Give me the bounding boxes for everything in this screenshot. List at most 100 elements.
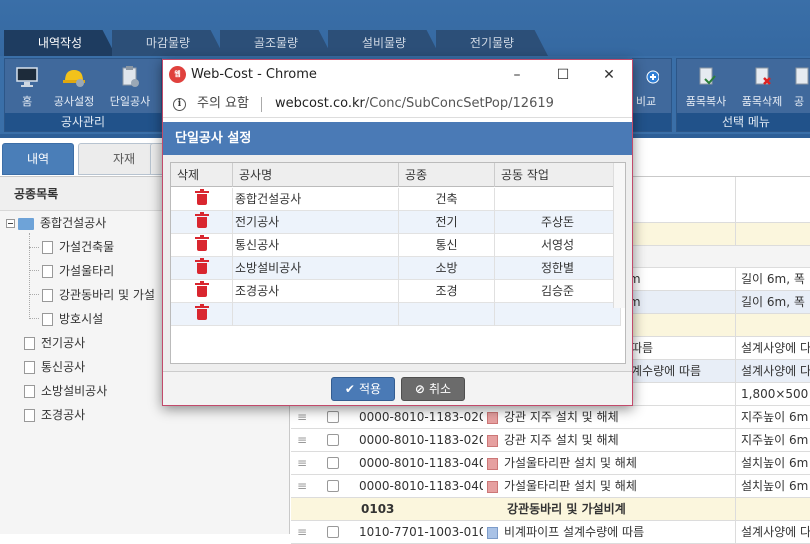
apply-button[interactable]: ✔ 적용: [331, 377, 395, 401]
project-group-title: 공사관리: [5, 113, 161, 131]
tree-item-temporary-building[interactable]: 가설건축물: [42, 237, 114, 257]
table-scrollbar[interactable]: [613, 163, 625, 308]
col-collaboration: 공동 작업: [495, 163, 621, 187]
table-row[interactable]: 전기공사 전기 주상돈: [171, 211, 621, 234]
work-type-cell[interactable]: [399, 303, 495, 326]
table-row[interactable]: 종합건설공사 건축: [171, 188, 621, 211]
table-row[interactable]: 조경공사 조경 김승준: [171, 280, 621, 303]
project-name-cell[interactable]: 통신공사: [233, 234, 399, 257]
copy-item-button[interactable]: 품목복사: [679, 63, 733, 113]
trash-icon[interactable]: [194, 258, 209, 274]
table-row[interactable]: ≡ 0000-8010-1183-0404 가설울타리판 설치 및 해체 설치높…: [291, 475, 810, 498]
trash-icon[interactable]: [194, 281, 209, 297]
tab-frame-quantity[interactable]: 골조물량: [220, 30, 332, 56]
row-checkbox[interactable]: [327, 411, 339, 423]
partial-label: 공: [793, 95, 805, 108]
collaborator-cell[interactable]: 서영성: [495, 234, 621, 257]
col-project-name: 공사명: [233, 163, 399, 187]
row-checkbox[interactable]: [327, 526, 339, 538]
collaborator-cell[interactable]: 주상돈: [495, 211, 621, 234]
check-icon: ✔: [344, 382, 355, 396]
project-settings-button[interactable]: 공사설정: [47, 63, 101, 113]
tree-item-landscape[interactable]: 조경공사: [24, 405, 85, 425]
tree-item-general-construction[interactable]: 종합건설공사: [6, 213, 106, 233]
project-name-cell[interactable]: 전기공사: [233, 211, 399, 234]
address-bar[interactable]: i 주의 요함 webcost.co.kr/Conc/SubConcSetPop…: [163, 90, 632, 118]
home-button[interactable]: 홈: [5, 63, 49, 113]
project-name-cell[interactable]: [233, 303, 399, 326]
drag-handle-icon[interactable]: ≡: [295, 521, 309, 544]
minimize-button[interactable]: –: [494, 60, 540, 90]
table-row[interactable]: ≡ 1010-7701-1003-0105 비계파이프 설계수량에 따름 설계사…: [291, 521, 810, 544]
table-row-new[interactable]: [171, 303, 621, 326]
tree-item-fire[interactable]: 소방설비공사: [24, 381, 107, 401]
grid-cell: [735, 314, 810, 337]
item-spec: 길이 6m, 폭: [735, 291, 810, 314]
project-name-cell[interactable]: 종합건설공사: [233, 188, 399, 211]
page-url[interactable]: webcost.co.kr/Conc/SubConcSetPop/12619: [275, 90, 554, 118]
close-window-button[interactable]: ✕: [586, 60, 632, 90]
tree-item-electrical[interactable]: 전기공사: [24, 333, 85, 353]
tree-item-protection[interactable]: 방호시설: [42, 309, 103, 329]
collaborator-cell[interactable]: 정한별: [495, 257, 621, 280]
table-row[interactable]: ≡ 0000-8010-1183-0205 강관 지주 설치 및 해체 지주높이…: [291, 406, 810, 429]
tab-electric-quantity[interactable]: 전기물량: [436, 30, 548, 56]
subtab-estimate[interactable]: 내역: [2, 143, 74, 175]
security-warning[interactable]: 주의 요함: [197, 90, 249, 118]
delete-cell: [171, 188, 233, 211]
col-delete: 삭제: [171, 163, 233, 187]
tree-item-label: 종합건설공사: [40, 216, 107, 230]
table-row[interactable]: 통신공사 통신 서영성: [171, 234, 621, 257]
tab-finish-quantity[interactable]: 마감물량: [112, 30, 224, 56]
table-row[interactable]: 0103 강관동바리 및 가설비계: [291, 498, 810, 521]
table-row[interactable]: ≡ 0000-8010-1183-0403 가설울타리판 설치 및 해체 설치높…: [291, 452, 810, 475]
single-project-button[interactable]: 단일공사: [103, 63, 157, 113]
collaborator-cell[interactable]: [495, 188, 621, 211]
grid-cell: [735, 223, 810, 246]
tab-estimate-write[interactable]: 내역작성: [4, 30, 116, 56]
info-icon[interactable]: i: [173, 98, 186, 111]
delete-item-button[interactable]: 품목삭제: [735, 63, 789, 113]
partial-button[interactable]: 공: [785, 63, 810, 113]
work-type-cell[interactable]: 소방: [399, 257, 495, 280]
row-checkbox[interactable]: [327, 434, 339, 446]
work-type-cell[interactable]: 건축: [399, 188, 495, 211]
work-type-cell[interactable]: 전기: [399, 211, 495, 234]
table-row[interactable]: ≡ 0000-8010-1183-0206 강관 지주 설치 및 해체 지주높이…: [291, 429, 810, 452]
tab-equipment-quantity[interactable]: 설비물량: [328, 30, 440, 56]
collapse-icon[interactable]: [6, 219, 15, 228]
project-name-cell[interactable]: 조경공사: [233, 280, 399, 303]
document-icon: [42, 313, 53, 326]
work-type-cell[interactable]: 통신: [399, 234, 495, 257]
selection-group-title: 선택 메뉴: [677, 113, 810, 131]
document-icon: [24, 385, 35, 398]
cancel-circle-icon: ⊘: [414, 382, 425, 396]
drag-handle-icon[interactable]: ≡: [295, 452, 309, 475]
collaborator-cell[interactable]: [495, 303, 621, 326]
trash-icon[interactable]: [194, 235, 209, 251]
drag-handle-icon[interactable]: ≡: [295, 429, 309, 452]
item-name: 강관 지주 설치 및 해체: [487, 429, 731, 452]
maximize-button[interactable]: ☐: [540, 60, 586, 90]
trash-icon[interactable]: [194, 304, 209, 320]
collaborator-cell[interactable]: 김승준: [495, 280, 621, 303]
drag-handle-icon[interactable]: ≡: [295, 475, 309, 498]
table-row[interactable]: 소방설비공사 소방 정한별: [171, 257, 621, 280]
drag-handle-icon[interactable]: ≡: [295, 406, 309, 429]
trash-icon[interactable]: [194, 189, 209, 205]
tree-item-temporary-fence[interactable]: 가설울타리: [42, 261, 114, 281]
row-checkbox[interactable]: [327, 480, 339, 492]
window-titlebar[interactable]: 웹 Web-Cost - Chrome – ☐ ✕: [163, 60, 632, 90]
tree-item-shoring[interactable]: 강관동바리 및 가설: [42, 285, 155, 305]
item-spec: 길이 6m, 폭: [735, 268, 810, 291]
item-spec: 설계사양에 다: [735, 360, 810, 383]
cancel-button[interactable]: ⊘ 취소: [401, 377, 465, 401]
tree-item-telecom[interactable]: 통신공사: [24, 357, 85, 377]
document-icon: [24, 361, 35, 374]
work-type-cell[interactable]: 조경: [399, 280, 495, 303]
trash-icon[interactable]: [194, 212, 209, 228]
dialog-footer: ✔ 적용 ⊘ 취소: [163, 371, 632, 405]
document-icon: [42, 265, 53, 278]
project-name-cell[interactable]: 소방설비공사: [233, 257, 399, 280]
row-checkbox[interactable]: [327, 457, 339, 469]
